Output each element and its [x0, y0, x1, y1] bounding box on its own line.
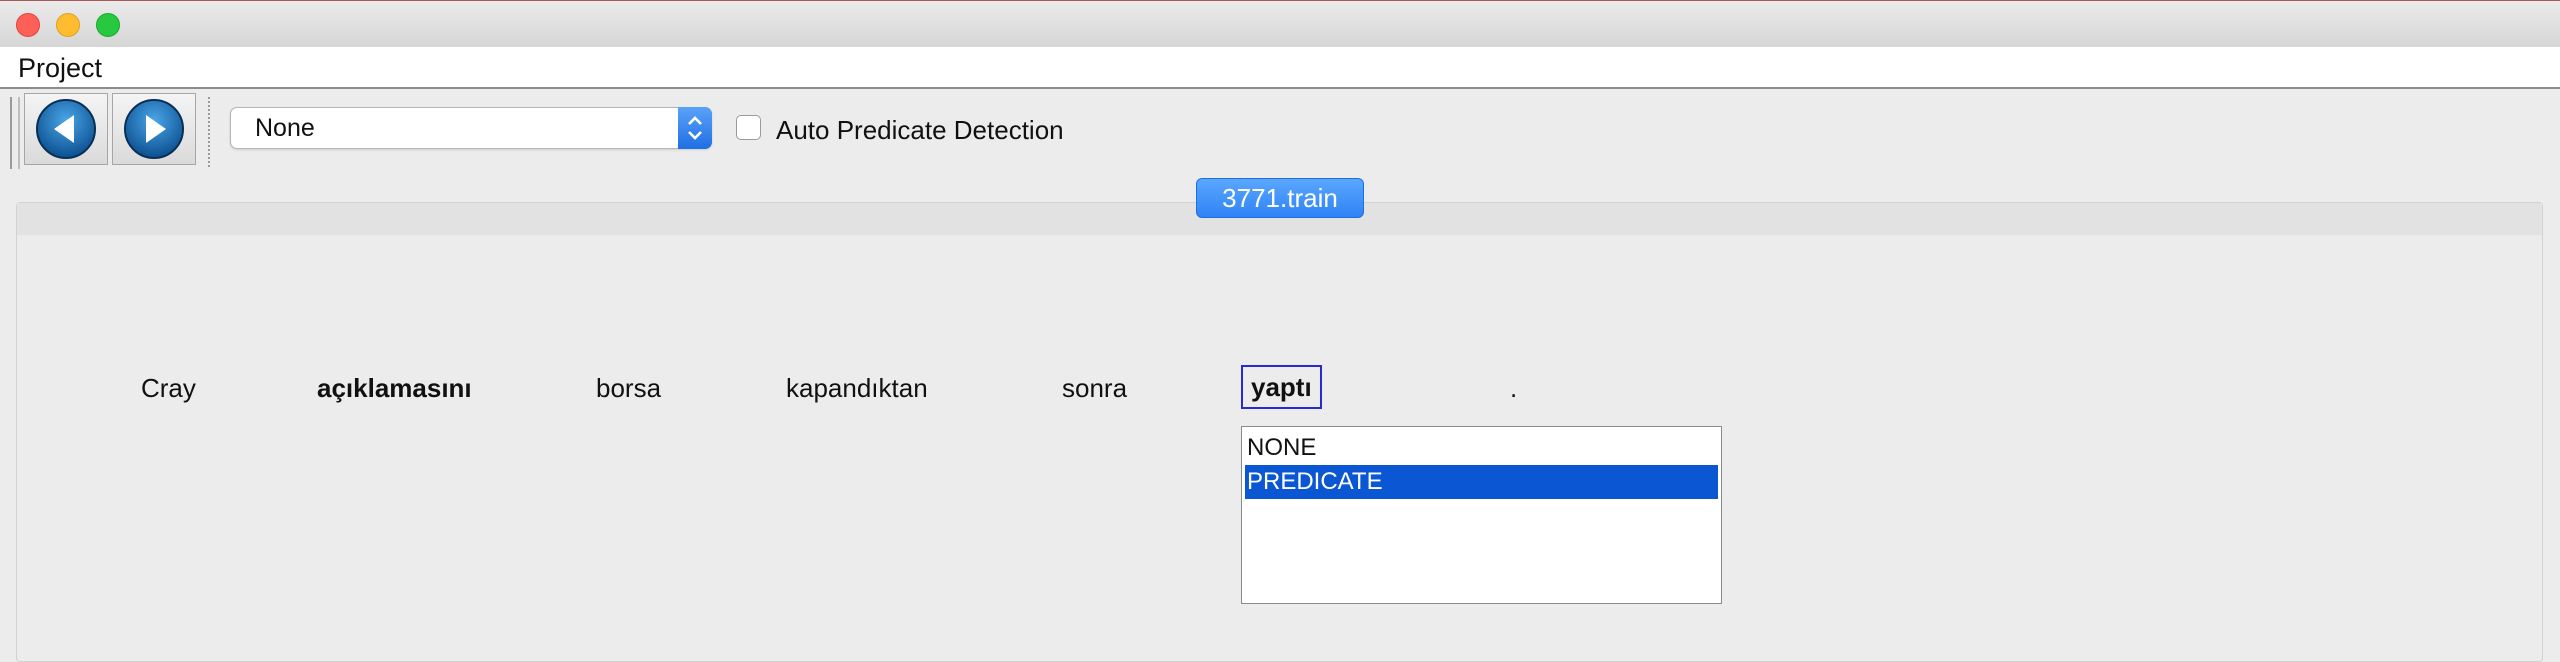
word-token[interactable]: açıklamasını: [317, 373, 472, 404]
word-token[interactable]: borsa: [596, 373, 661, 404]
toolbar: None Auto Predicate Detection: [0, 89, 2560, 171]
role-combobox[interactable]: None: [230, 107, 712, 149]
list-option-predicate[interactable]: PREDICATE: [1245, 465, 1718, 499]
toolbar-grip[interactable]: [10, 97, 20, 169]
arrow-right-icon: [124, 99, 184, 159]
auto-predicate-checkbox[interactable]: [736, 115, 761, 140]
word-token[interactable]: sonra: [1062, 373, 1127, 404]
arrow-left-icon: [36, 99, 96, 159]
list-option-none[interactable]: NONE: [1245, 431, 1718, 465]
predicate-listbox[interactable]: NONE PREDICATE: [1241, 426, 1722, 604]
menu-bar: Project: [0, 47, 2560, 89]
selected-word-token[interactable]: yaptı: [1241, 365, 1322, 409]
previous-button[interactable]: [24, 93, 108, 165]
title-bar: [0, 0, 2560, 48]
maximize-window-button[interactable]: [96, 13, 120, 37]
toolbar-separator: [208, 97, 210, 167]
chevron-updown-icon[interactable]: [678, 107, 712, 149]
minimize-window-button[interactable]: [56, 13, 80, 37]
next-button[interactable]: [112, 93, 196, 165]
menu-project[interactable]: Project: [18, 53, 102, 84]
tab-file[interactable]: 3771.train: [1196, 178, 1364, 218]
word-token[interactable]: kapandıktan: [786, 373, 928, 404]
combobox-value: None: [255, 114, 315, 142]
word-token[interactable]: .: [1510, 373, 1517, 404]
auto-predicate-label[interactable]: Auto Predicate Detection: [776, 115, 1064, 146]
word-token[interactable]: Cray: [141, 373, 196, 404]
close-window-button[interactable]: [16, 13, 40, 37]
